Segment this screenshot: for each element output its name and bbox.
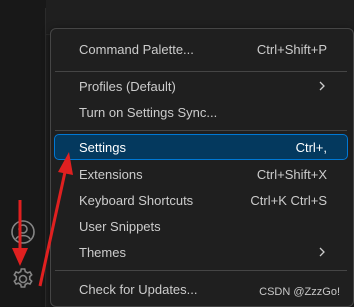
menu-separator — [55, 130, 347, 131]
activity-bar-top — [0, 0, 46, 8]
menu-item-themes[interactable]: Themes — [55, 240, 347, 264]
menu-item-label: Keyboard Shortcuts — [79, 192, 194, 208]
chevron-right-icon — [317, 247, 327, 257]
menu-item-label: Profiles (Default) — [79, 78, 176, 94]
menu-item-profiles[interactable]: Profiles (Default) — [55, 74, 347, 98]
manage-context-menu: Command Palette... Ctrl+Shift+P Profiles… — [50, 28, 354, 307]
menu-item-label: Command Palette... — [79, 41, 194, 57]
app-window: Command Palette... Ctrl+Shift+P Profiles… — [0, 0, 354, 307]
menu-item-shortcut: Ctrl+, — [295, 139, 327, 155]
chevron-right-icon — [317, 81, 327, 91]
menu-item-settings[interactable]: Settings Ctrl+, — [54, 134, 348, 160]
menu-separator — [55, 71, 347, 72]
menu-item-label: Settings — [79, 139, 126, 155]
menu-item-label: Check for Updates... — [79, 281, 198, 297]
menu-item-shortcut: Ctrl+Shift+X — [256, 166, 327, 182]
menu-item-keyboard-shortcuts[interactable]: Keyboard Shortcuts Ctrl+K Ctrl+S — [55, 188, 347, 212]
menu-item-user-snippets[interactable]: User Snippets — [55, 214, 347, 238]
watermark: CSDN @ZzzGo! — [259, 286, 340, 298]
menu-item-label: Turn on Settings Sync... — [79, 104, 218, 120]
menu-item-shortcut: Ctrl+Shift+P — [256, 41, 327, 57]
menu-separator — [55, 270, 347, 271]
menu-item-settings-sync[interactable]: Turn on Settings Sync... — [55, 100, 347, 124]
menu-item-extensions[interactable]: Extensions Ctrl+Shift+X — [55, 162, 347, 186]
menu-item-shortcut: Ctrl+K Ctrl+S — [250, 192, 327, 208]
activity-bar — [0, 0, 46, 307]
menu-item-command-palette[interactable]: Command Palette... Ctrl+Shift+P — [55, 37, 347, 61]
gear-icon[interactable] — [8, 264, 38, 294]
menu-item-label: Extensions — [79, 166, 143, 182]
account-icon[interactable] — [8, 217, 38, 247]
menu-item-label: User Snippets — [79, 218, 161, 234]
menu-item-label: Themes — [79, 244, 126, 260]
